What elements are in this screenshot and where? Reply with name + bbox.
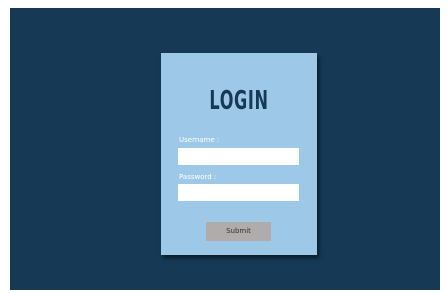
username-label: Username : (179, 136, 220, 144)
username-field[interactable] (178, 148, 299, 165)
page-background: LOGIN Username : Password : Submit (10, 8, 440, 290)
password-field[interactable] (178, 184, 299, 201)
login-title: LOGIN (209, 86, 269, 116)
screen: LOGIN Username : Password : Submit (0, 0, 448, 293)
login-card: LOGIN Username : Password : Submit (161, 53, 317, 255)
submit-button[interactable]: Submit (206, 222, 271, 241)
password-label: Password : (179, 173, 217, 181)
